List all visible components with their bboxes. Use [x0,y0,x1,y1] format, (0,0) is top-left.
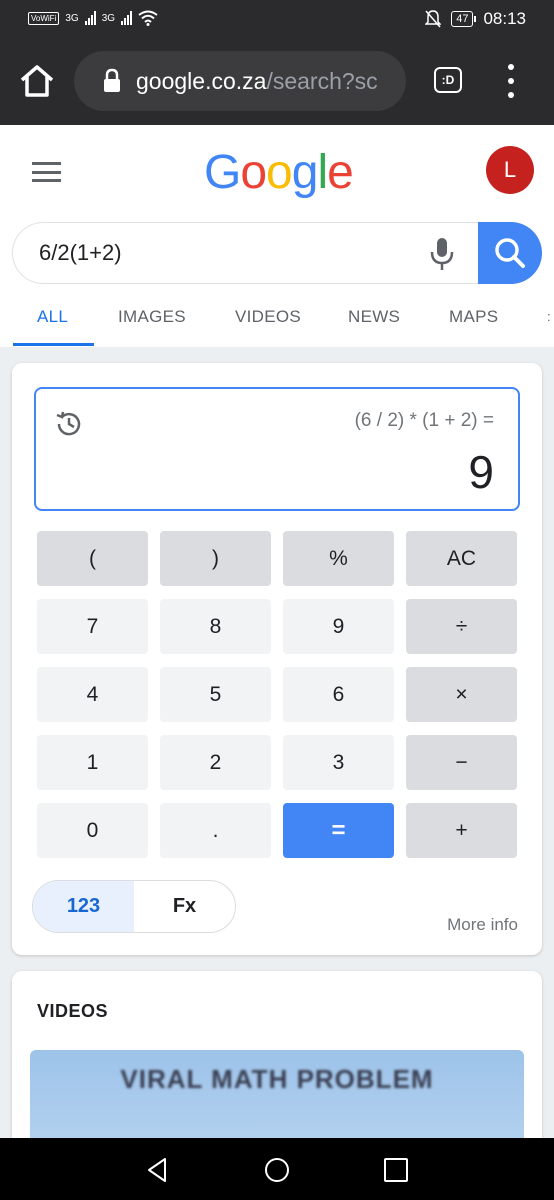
status-bar: VoWiFi 3G 3G 47 08:13 [0,0,554,38]
key-add-button[interactable]: + [406,803,517,858]
key-multiply-button[interactable]: × [406,667,517,722]
key-digit-2-button[interactable]: 2 [160,735,271,790]
key-divide-button[interactable]: ÷ [406,599,517,654]
menu-icon[interactable] [498,64,524,98]
key-digit-1-button[interactable]: 1 [37,735,148,790]
key-decimal-point-button[interactable]: . [160,803,271,858]
active-tab-underline [13,343,94,346]
mode-fx-button[interactable]: Fx [134,881,235,932]
recents-icon[interactable] [383,1157,409,1183]
signal-icon-2 [121,11,133,25]
tab-all[interactable]: ALL [37,307,68,327]
more-tabs-indicator[interactable]: : [547,309,551,324]
key-digit-7-button[interactable]: 7 [37,599,148,654]
google-header: Google L 6/2(1+2) ALL IMAGES VIDEOS NEWS… [0,125,554,347]
calculator-card: (6 / 2) * (1 + 2) = 9 ()% AC 7 8 9 ÷ 4 5 6 × 1 2 3−0… [12,363,542,955]
battery-indicator: 47 [451,11,477,27]
search-button[interactable] [478,222,542,284]
more-info-link[interactable]: More info [447,915,518,935]
logo-letter: g [291,146,319,199]
key-digit-4-button[interactable]: 4 [37,667,148,722]
lock-icon [104,68,120,92]
logo-letter: G [204,146,241,199]
page-content: Google L 6/2(1+2) ALL IMAGES VIDEOS NEWS… [0,125,554,1138]
videos-heading: VIDEOS [37,1001,109,1021]
logo-letter: o [240,146,267,199]
back-icon[interactable] [145,1157,171,1183]
url-path: /search?sc [266,67,378,94]
key-digit-0-button[interactable]: 0 [37,803,148,858]
calculator-result: 9 [468,446,494,498]
url-text: google.co.za/search?sc [136,68,378,95]
search-query: 6/2(1+2) [39,240,122,265]
key-equals-button[interactable]: = [283,803,394,858]
address-bar[interactable]: google.co.za/search?sc [74,51,406,111]
search-tabs: ALL IMAGES VIDEOS NEWS MAPS : [0,297,554,347]
calculator-display: (6 / 2) * (1 + 2) = 9 [34,387,520,511]
signal-icon [84,11,96,25]
microphone-icon[interactable] [429,237,455,271]
key-open-paren-button[interactable]: ( [37,531,148,586]
clock: 08:13 [483,9,526,28]
logo-letter: o [266,146,293,199]
hamburger-icon[interactable] [32,162,61,182]
logo-letter: e [327,146,354,199]
logo-letter: l [317,146,328,199]
status-right: 47 08:13 [425,9,526,29]
key-close-paren-button[interactable]: ) [160,531,271,586]
status-left: VoWiFi 3G 3G [28,10,158,26]
tab-images[interactable]: IMAGES [118,307,186,327]
video-thumbnail-title: VIRAL MATH PROBLEM [120,1064,434,1094]
tab-videos[interactable]: VIDEOS [235,307,301,327]
tab-news[interactable]: NEWS [348,307,400,327]
avatar[interactable]: L [486,146,534,194]
key-digit-8-button[interactable]: 8 [160,599,271,654]
network-type-2: 3G [101,12,116,24]
network-type-1: 3G [65,12,79,24]
key-all-clear-button[interactable]: AC [406,531,517,586]
key-subtract-button[interactable]: − [406,735,517,790]
mode-switch: 123 Fx [32,880,236,933]
tab-maps[interactable]: MAPS [449,307,498,327]
mode-123-button[interactable]: 123 [33,881,134,932]
wifi-icon [138,10,158,26]
videos-card: VIDEOS VIRAL MATH PROBLEM [12,971,542,1138]
key-digit-5-button[interactable]: 5 [160,667,271,722]
home-nav-icon[interactable] [264,1157,290,1183]
home-icon[interactable] [18,62,56,100]
tab-switcher-button[interactable]: :D [434,67,462,93]
history-icon[interactable] [54,409,84,439]
url-domain: google.co.za [136,67,267,94]
key-percent-button[interactable]: % [283,531,394,586]
key-digit-6-button[interactable]: 6 [283,667,394,722]
bell-off-icon [425,10,442,28]
key-digit-9-button[interactable]: 9 [283,599,394,654]
system-nav-bar [0,1138,554,1200]
calculator-expression: (6 / 2) * (1 + 2) = [354,410,494,431]
google-logo[interactable]: Google [204,145,354,200]
vowifi-badge: VoWiFi [28,11,60,25]
key-digit-3-button[interactable]: 3 [283,735,394,790]
video-thumbnail[interactable]: VIRAL MATH PROBLEM [30,1050,524,1138]
search-input[interactable]: 6/2(1+2) [12,222,478,284]
browser-toolbar: google.co.za/search?sc :D [0,38,554,125]
search-icon [495,238,525,268]
